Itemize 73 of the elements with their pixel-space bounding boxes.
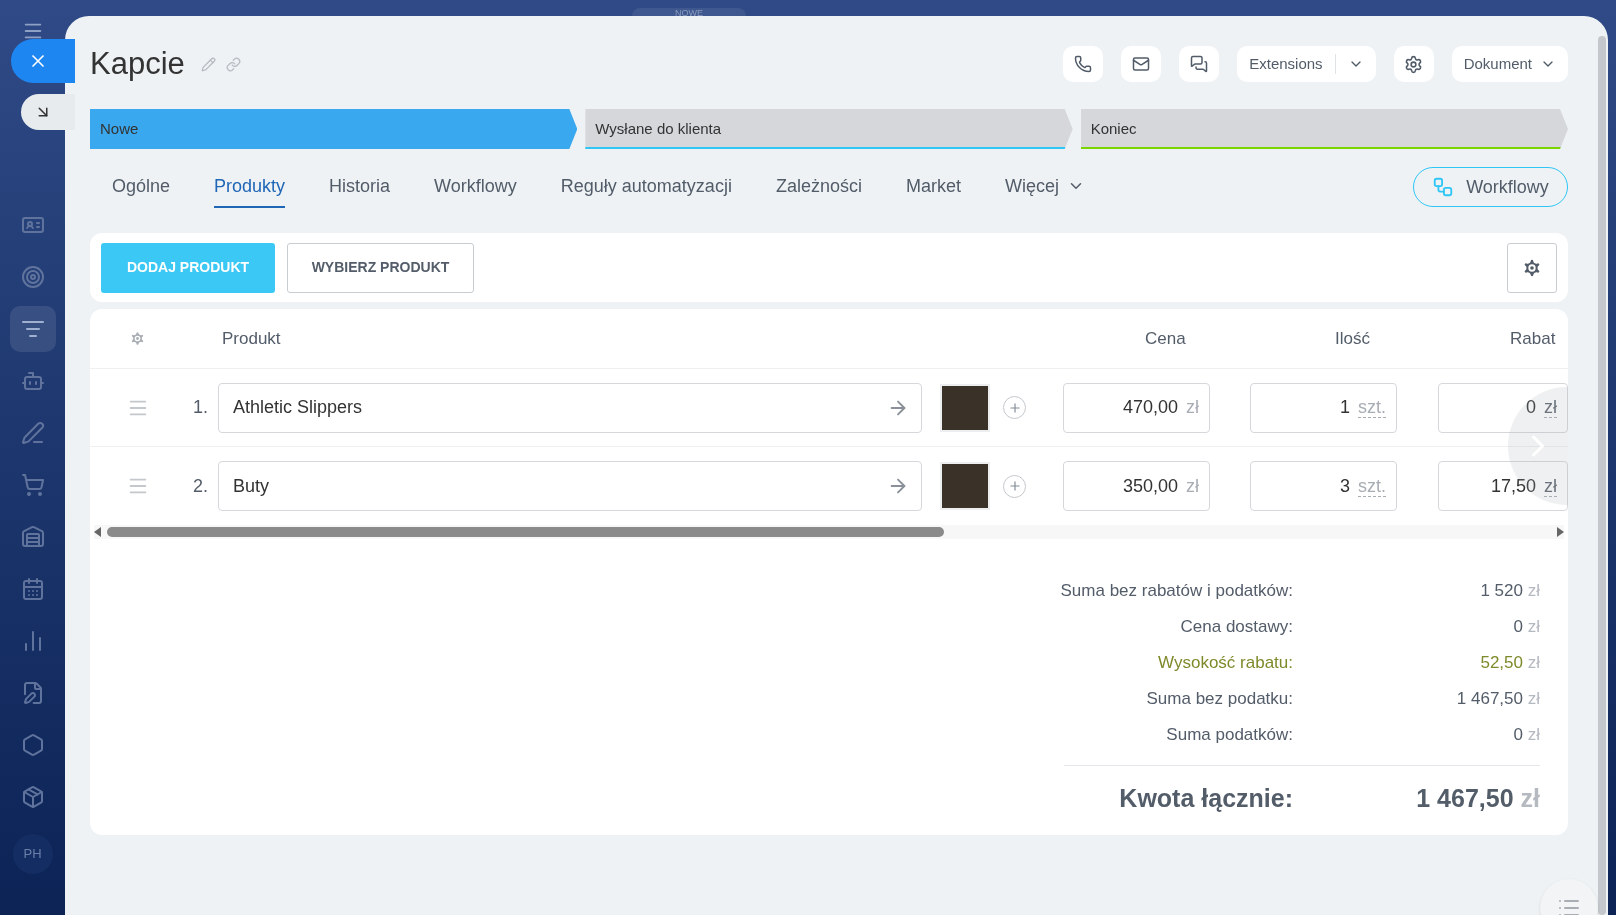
robot-icon bbox=[20, 369, 45, 393]
price-field[interactable]: 470,00 zł bbox=[1063, 382, 1210, 433]
extensions-label[interactable]: Extensions bbox=[1249, 52, 1323, 76]
chat-button[interactable] bbox=[1179, 46, 1220, 82]
link-icon[interactable] bbox=[225, 56, 241, 72]
settings-icon[interactable] bbox=[129, 330, 146, 347]
tab[interactable]: Produkty bbox=[214, 166, 286, 208]
tab[interactable]: Więcej bbox=[1004, 166, 1085, 208]
summary-label: Suma podatków: bbox=[1165, 724, 1293, 747]
quantity-field[interactable]: 1 szt. bbox=[1250, 382, 1397, 433]
summary-label: Suma bez rabatów i podatków: bbox=[1059, 580, 1293, 603]
document-dropdown[interactable]: Dokument bbox=[1451, 46, 1568, 82]
row-number: 1. bbox=[192, 396, 208, 419]
summary-value: 1 520 zł bbox=[1479, 580, 1540, 603]
pencil-icon[interactable] bbox=[200, 56, 216, 72]
summary-value: 52,50 zł bbox=[1479, 652, 1540, 675]
warehouse-icon bbox=[20, 525, 45, 549]
page-title: Kapcie bbox=[90, 46, 185, 82]
settings-button[interactable] bbox=[1393, 46, 1434, 82]
settings-icon bbox=[1521, 256, 1543, 279]
box-icon bbox=[20, 785, 45, 809]
tab[interactable]: Zależności bbox=[775, 166, 862, 208]
stage-step[interactable]: Wysłane do klienta bbox=[585, 109, 1073, 149]
target-icon bbox=[20, 265, 45, 289]
tab[interactable]: Ogólne bbox=[112, 166, 171, 208]
tab[interactable]: Historia bbox=[329, 166, 391, 208]
calendar-icon bbox=[20, 577, 45, 601]
row-number: 2. bbox=[192, 474, 208, 498]
total-label: Kwota łącznie: bbox=[1118, 783, 1293, 815]
product-name-field[interactable]: Athletic Slippers bbox=[218, 382, 922, 433]
hexagon-icon bbox=[20, 733, 45, 757]
summary-value: 0 zł bbox=[1512, 724, 1540, 747]
price-field[interactable]: 350,00 zł bbox=[1063, 461, 1210, 511]
workflow-icon bbox=[1432, 176, 1455, 198]
quantity-field[interactable]: 3 szt. bbox=[1250, 461, 1397, 511]
stage-step[interactable]: Koniec bbox=[1080, 109, 1568, 149]
column-header: Produkt bbox=[222, 327, 281, 350]
extensions-dropdown[interactable]: Extensions bbox=[1237, 46, 1376, 82]
total-value: 1 467,50 zł bbox=[1415, 783, 1540, 815]
discount-field[interactable]: 17,50 zł bbox=[1438, 461, 1568, 511]
column-header: Rabat bbox=[1510, 327, 1556, 350]
phone-button[interactable] bbox=[1063, 46, 1104, 82]
summary-value: 1 467,50 zł bbox=[1455, 688, 1540, 711]
minimize-button[interactable] bbox=[21, 94, 75, 130]
tab[interactable]: Reguły automatyzacji bbox=[560, 166, 732, 208]
tab[interactable]: Market bbox=[905, 166, 961, 208]
sidebar-item[interactable] bbox=[9, 306, 56, 352]
close-button[interactable] bbox=[11, 39, 75, 83]
cart-icon bbox=[20, 473, 45, 497]
column-header: Cena bbox=[1145, 327, 1186, 350]
settings-button[interactable] bbox=[1507, 242, 1557, 293]
plus-icon bbox=[1007, 400, 1022, 415]
summary-value: 0 zł bbox=[1512, 616, 1540, 639]
phone-icon bbox=[1074, 55, 1093, 73]
summary-label: Wysokość rabatu: bbox=[1157, 652, 1293, 675]
pen-icon bbox=[20, 421, 45, 445]
photo-placeholder[interactable] bbox=[940, 462, 990, 510]
photo-placeholder[interactable] bbox=[940, 383, 990, 432]
stage-step[interactable]: Nowe bbox=[90, 109, 578, 149]
tab[interactable]: Workflowy bbox=[434, 166, 517, 208]
summary-label: Suma bez podatku: bbox=[1145, 688, 1293, 711]
page-scrollbar[interactable] bbox=[1598, 36, 1606, 915]
column-header: Ilość bbox=[1335, 327, 1370, 350]
settings-icon bbox=[1404, 54, 1424, 74]
plus-icon bbox=[1007, 479, 1022, 493]
select-product-button[interactable]: WYBIERZ PRODUKT bbox=[287, 242, 474, 293]
mail-icon bbox=[1132, 55, 1151, 73]
chat-icon bbox=[1190, 55, 1209, 73]
mail-button[interactable] bbox=[1121, 46, 1162, 82]
discount-field[interactable]: 0 zł bbox=[1438, 382, 1568, 433]
product-name-field[interactable]: Buty bbox=[218, 461, 922, 511]
summary-label: Cena dostawy: bbox=[1179, 616, 1293, 639]
horizontal-scrollbar[interactable] bbox=[94, 525, 1564, 539]
